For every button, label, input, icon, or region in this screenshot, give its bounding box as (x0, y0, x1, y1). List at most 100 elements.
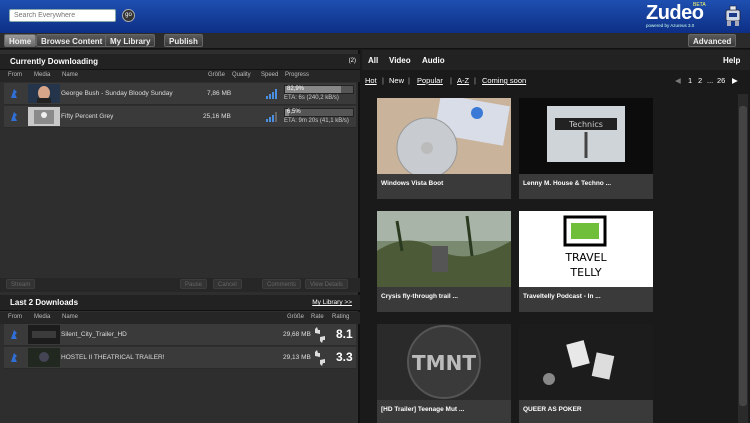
help-link[interactable]: Help (723, 56, 740, 65)
tab-video[interactable]: Video (389, 56, 411, 65)
library-row[interactable]: Silent_City_Trailer_HD 29,68 MB 8.1 (4, 324, 356, 346)
col-rating[interactable]: Rating (332, 314, 349, 320)
col-media[interactable]: Media (34, 314, 50, 320)
col-size[interactable]: Größe (287, 314, 304, 320)
page-ellipsis: ... (707, 76, 714, 85)
card-title: QUEER AS POKER (523, 406, 582, 413)
library-row[interactable]: HOSTEL II THEATRICAL TRAILER! 29,13 MB 3… (4, 347, 356, 369)
content-card[interactable]: Technics Lenny M. House & Techno ... (519, 98, 653, 199)
browse-panel: All Video Audio Help Hot | New | Popular… (362, 50, 750, 423)
next-page-icon[interactable]: ▶ (732, 76, 738, 85)
svg-text:Technics: Technics (568, 120, 603, 129)
pause-button[interactable]: Pause (180, 279, 208, 289)
download-progress: 82,9% ETA: 6s (240,2 kB/s) (284, 85, 354, 101)
comments-button[interactable]: Comments (262, 279, 302, 289)
card-thumbnail (519, 324, 653, 400)
col-rate[interactable]: Rate (311, 314, 324, 320)
card-thumbnail (377, 211, 511, 287)
tab-all[interactable]: All (368, 56, 378, 65)
cancel-button[interactable]: Cancel (213, 279, 242, 289)
library-item-name: Silent_City_Trailer_HD (61, 331, 127, 338)
col-progress[interactable]: Progress (285, 72, 309, 78)
col-name[interactable]: Name (62, 72, 78, 78)
nav-publish-button[interactable]: Publish (164, 34, 203, 47)
rating-value: 3.3 (336, 350, 353, 364)
prev-page-icon[interactable]: ◀ (675, 76, 681, 85)
download-size: 7,86 MB (207, 90, 232, 97)
col-from[interactable]: From (8, 72, 22, 78)
card-title: Windows Vista Boot (381, 180, 444, 187)
search-input[interactable] (9, 9, 116, 22)
progress-percent: 6,5% (287, 109, 301, 115)
azureus-frog-icon (11, 330, 17, 339)
download-controls: Stream Pause Cancel Comments View Detail… (0, 278, 360, 292)
svg-text:TRAVEL: TRAVEL (564, 251, 607, 264)
col-name[interactable]: Name (62, 314, 78, 320)
grid-scrollbar[interactable] (738, 94, 748, 423)
last-column-headers: From Media Name Größe Rate Rating (0, 312, 360, 324)
thumbs-up-down-icon[interactable] (313, 349, 327, 367)
nav-browse-button[interactable]: Browse Content (36, 34, 108, 47)
content-card[interactable]: TMNT [HD Trailer] Teenage Mut ... (377, 324, 511, 423)
content-card[interactable]: QUEER AS POKER (519, 324, 653, 423)
robot-mascot-icon (725, 5, 741, 26)
col-speed[interactable]: Speed (261, 72, 278, 78)
top-bar: go Zudeo BETA powered by Azureus 3.0 (0, 0, 750, 33)
page-1[interactable]: 1 (688, 76, 692, 85)
nav-library-button[interactable]: My Library (105, 34, 156, 47)
card-thumbnail: Technics (519, 98, 653, 174)
my-library-link[interactable]: My Library >> (312, 299, 352, 306)
sort-filters: Hot | New | Popular | A-Z | Coming soon … (365, 76, 738, 85)
current-column-headers: From Media Name Größe Quality Speed Prog… (0, 70, 360, 82)
download-eta: ETA: 9m 20s (41,1 kB/s) (284, 118, 349, 124)
filter-hot[interactable]: Hot (365, 76, 377, 85)
view-details-button[interactable]: View Details (305, 279, 348, 289)
download-count: (2) (348, 58, 356, 64)
download-eta: ETA: 6s (240,2 kB/s) (284, 95, 339, 101)
content-type-tabs: All Video Audio Help (362, 50, 750, 70)
azureus-frog-icon (11, 112, 17, 121)
tab-audio[interactable]: Audio (422, 56, 445, 65)
col-from[interactable]: From (8, 314, 22, 320)
filter-new[interactable]: New (389, 76, 404, 85)
content-card[interactable]: Windows Vista Boot (377, 98, 511, 199)
svg-text:TELLY: TELLY (569, 266, 601, 279)
nav-home-button[interactable]: Home (4, 34, 37, 47)
page-2[interactable]: 2 (698, 76, 702, 85)
library-item-size: 29,68 MB (283, 331, 311, 338)
rating-value: 8.1 (336, 327, 353, 341)
nav-bar: Home Browse Content My Library Publish A… (0, 33, 750, 49)
download-row[interactable]: George Bush - Sunday Bloody Sunday 7,86 … (4, 83, 356, 105)
filter-coming-soon[interactable]: Coming soon (482, 76, 526, 85)
page-last[interactable]: 26 (717, 76, 725, 85)
last-downloads-header: Last 2 Downloads My Library >> (0, 295, 360, 311)
media-thumbnail (28, 348, 60, 367)
card-thumbnail (377, 98, 511, 174)
thumbs-up-down-icon[interactable] (313, 326, 327, 344)
speed-signal-icon (266, 89, 277, 99)
col-quality[interactable]: Quality (232, 72, 251, 78)
stream-button[interactable]: Stream (6, 279, 36, 289)
content-card[interactable]: TRAVEL TELLY Traveltelly Podcast - In ..… (519, 211, 653, 312)
library-item-name: HOSTEL II THEATRICAL TRAILER! (61, 354, 165, 361)
library-item-size: 29,13 MB (283, 354, 311, 361)
card-thumbnail: TRAVEL TELLY (519, 211, 653, 287)
beta-badge: BETA (693, 2, 706, 8)
svg-text:TMNT: TMNT (412, 351, 476, 375)
nav-advanced-button[interactable]: Advanced (688, 34, 737, 47)
filter-popular[interactable]: Popular (417, 76, 443, 85)
media-thumbnail (28, 107, 60, 126)
col-media[interactable]: Media (34, 72, 50, 78)
scrollbar-thumb[interactable] (739, 106, 747, 406)
go-button[interactable]: go (122, 9, 135, 22)
progress-percent: 82,9% (287, 86, 305, 92)
content-grid: Windows Vista Boot Technics Lenny M. Hou… (374, 94, 738, 423)
downloads-panel: Currently Downloading (2) From Media Nam… (0, 50, 360, 423)
content-card[interactable]: Crysis fly-through trail ... (377, 211, 511, 312)
card-title: Crysis fly-through trail ... (381, 293, 458, 300)
section-title: Currently Downloading (10, 57, 98, 66)
section-title: Last 2 Downloads (10, 298, 79, 307)
filter-az[interactable]: A-Z (457, 76, 469, 85)
download-row[interactable]: Fifty Percent Grey 25,16 MB 6,5% ETA: 9m… (4, 106, 356, 128)
col-size[interactable]: Größe (208, 72, 225, 78)
